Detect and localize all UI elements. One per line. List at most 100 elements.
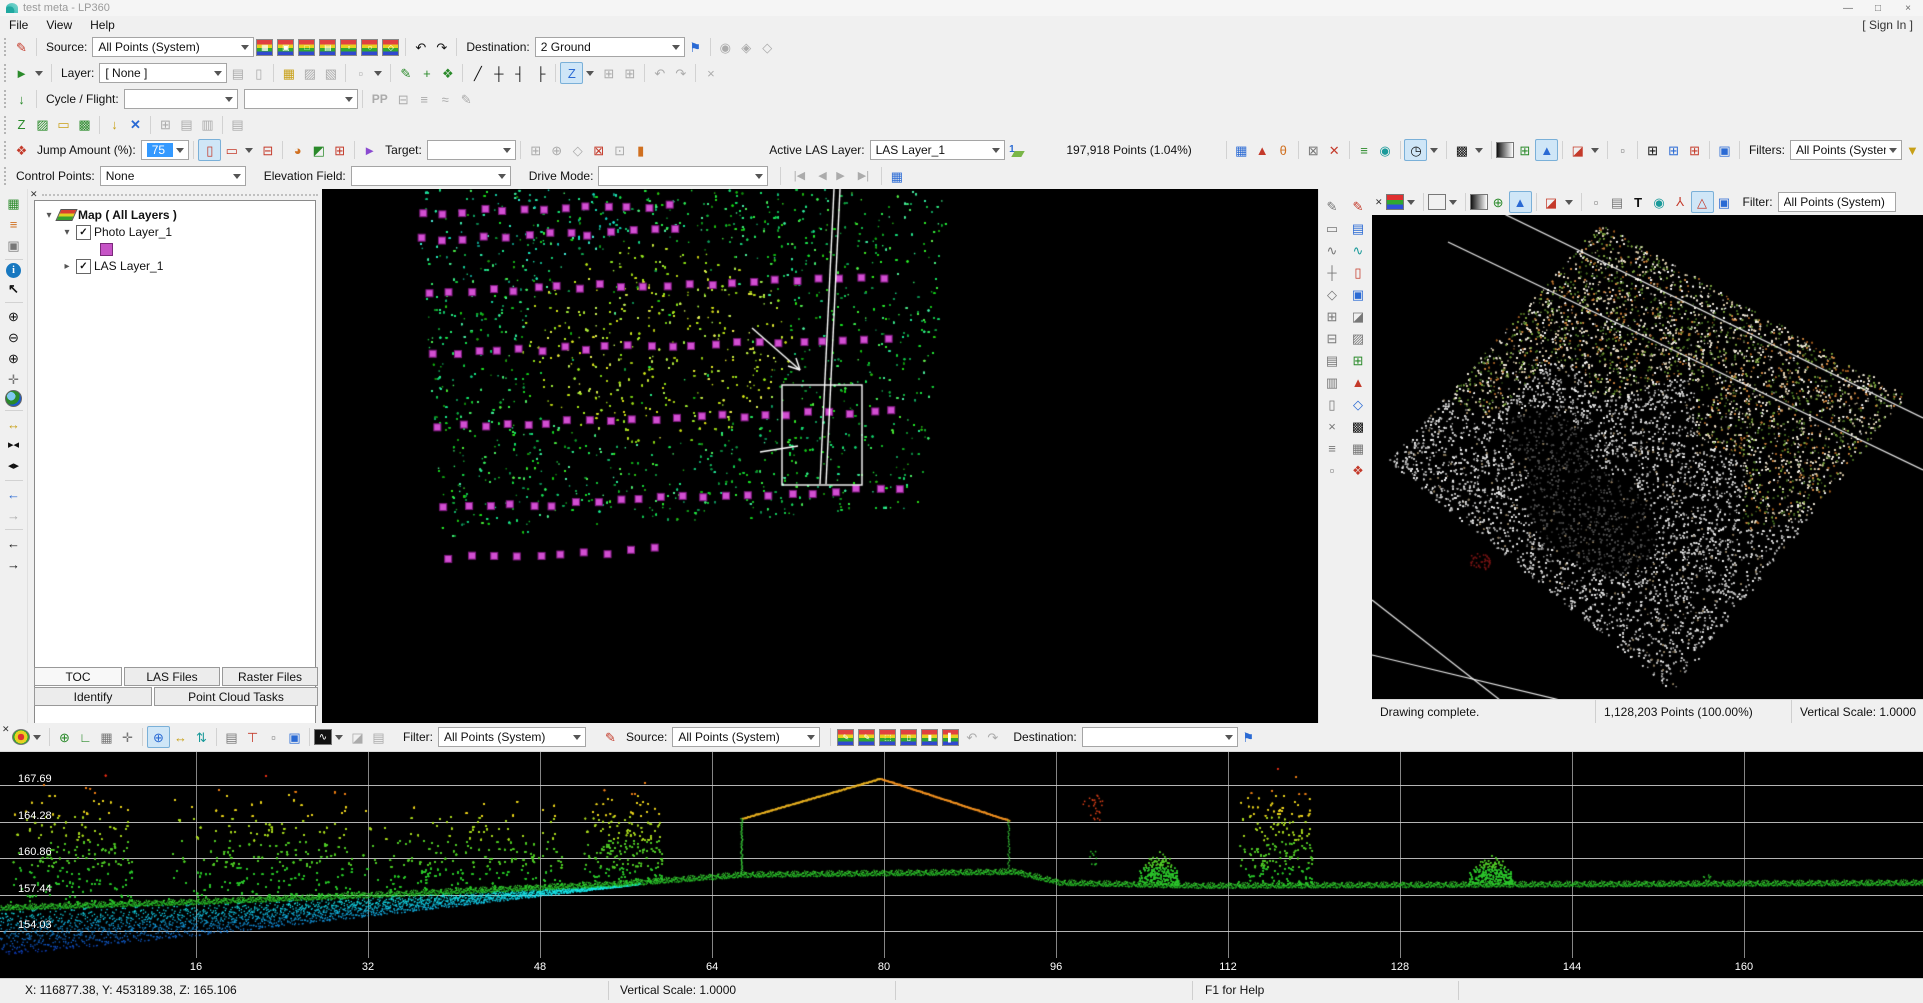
chart-report-icon[interactable]: ▥ bbox=[197, 115, 218, 135]
text-tool-icon[interactable]: T bbox=[1628, 192, 1649, 212]
color-ramp-icon[interactable] bbox=[1386, 194, 1404, 210]
properties-icon[interactable]: ▤ bbox=[221, 727, 242, 747]
control-points-combo[interactable]: None bbox=[100, 166, 246, 186]
undo-icon[interactable]: ↶ bbox=[961, 727, 982, 747]
classify-pen-icon[interactable]: ✎ bbox=[600, 727, 621, 747]
scene-edit-icon[interactable]: ▧ bbox=[320, 63, 341, 83]
zoom-to-selection-icon[interactable]: ▸◂ bbox=[5, 435, 23, 456]
legend-icon[interactable]: ≡ bbox=[3, 214, 24, 235]
toolbar-grip[interactable] bbox=[4, 90, 6, 108]
surface-icon[interactable]: ▨ bbox=[32, 115, 53, 135]
clear-selection-icon[interactable]: ⊠ bbox=[588, 140, 609, 160]
tree-item-photo-layer[interactable]: ▾ ✓ Photo Layer_1 bbox=[35, 224, 315, 240]
jump-amount-combo[interactable]: 75 bbox=[141, 140, 190, 160]
point-density-display-icon[interactable] bbox=[12, 729, 30, 745]
toolbar-grip[interactable] bbox=[4, 141, 6, 159]
drawing-tool-icon-8[interactable]: ▤ bbox=[1322, 349, 1343, 371]
menu-help[interactable]: Help bbox=[81, 16, 124, 34]
map-view[interactable] bbox=[322, 189, 1318, 723]
flag-icon[interactable]: ⚑ bbox=[1238, 727, 1259, 747]
edit-report-icon[interactable]: ▤ bbox=[227, 115, 248, 135]
toolbar-grip[interactable] bbox=[4, 64, 6, 82]
class-filter-icon-7[interactable]: ◇ bbox=[382, 39, 399, 56]
next-record-icon[interactable]: ▶ bbox=[831, 166, 849, 186]
grid-snap-icon[interactable]: ⊞ bbox=[598, 63, 619, 83]
tab-las-files[interactable]: LAS Files bbox=[124, 667, 220, 686]
tab-point-cloud-tasks[interactable]: Point Cloud Tasks bbox=[154, 687, 318, 706]
toc-close-icon[interactable]: ✕ bbox=[30, 189, 38, 200]
save-icon[interactable]: ▤ bbox=[227, 63, 248, 83]
close-button[interactable]: × bbox=[1893, 0, 1923, 16]
jump-navigate-icon[interactable]: ❖ bbox=[11, 140, 32, 160]
toolbar-grip[interactable] bbox=[4, 38, 6, 56]
t-square-icon[interactable]: ⊤ bbox=[242, 727, 263, 747]
image-search-icon[interactable]: ▣ bbox=[3, 235, 24, 256]
grayscale-display-icon[interactable] bbox=[1470, 194, 1488, 210]
add-display-icon[interactable]: ⊞ bbox=[1514, 140, 1535, 160]
class-filter-icon-5[interactable]: ▫ bbox=[340, 39, 357, 56]
sketch-pen-icon[interactable]: ✎ bbox=[395, 63, 416, 83]
import-folder-icon[interactable]: ↓ bbox=[104, 115, 125, 135]
rotate-segment-icon[interactable]: ⊟ bbox=[393, 89, 414, 109]
class-filter-icon-4[interactable]: ▤ bbox=[319, 39, 336, 56]
class-paint-icon-4[interactable]: ▯ bbox=[900, 729, 917, 746]
profile-lines-icon[interactable]: Z bbox=[11, 115, 32, 135]
point-tools-icon[interactable]: ✕ bbox=[1324, 140, 1345, 160]
cycle-combo[interactable] bbox=[124, 89, 238, 109]
classification-display-icon[interactable]: ◪ bbox=[1567, 140, 1588, 160]
cancel-edit-icon[interactable]: × bbox=[700, 63, 721, 83]
tools-icon[interactable]: ✕ bbox=[125, 115, 146, 135]
3d-view-icon[interactable]: ◕ bbox=[287, 140, 308, 160]
add-points-icon[interactable]: ⊕ bbox=[1488, 192, 1509, 212]
profile-grid-icon[interactable]: ▦ bbox=[96, 727, 117, 747]
analysis-tool-icon-3[interactable]: ∿ bbox=[1348, 239, 1369, 261]
globe-zoom-icon[interactable]: ◉ bbox=[1649, 192, 1670, 212]
redo-edit-icon[interactable]: ↷ bbox=[670, 63, 691, 83]
layers-icon[interactable]: ▦ bbox=[278, 63, 299, 83]
undo-icon[interactable]: ↶ bbox=[410, 37, 431, 57]
grid-edit-icon[interactable]: ⊞ bbox=[619, 63, 640, 83]
toolbar-grip[interactable] bbox=[4, 167, 6, 185]
selection-marquee-icon[interactable]: ▫ bbox=[350, 63, 371, 83]
minimize-button[interactable]: — bbox=[1833, 0, 1863, 16]
full-extent-globe-icon[interactable] bbox=[5, 390, 22, 407]
add-points-icon[interactable]: ⊕ bbox=[54, 727, 75, 747]
analysis-tool-icon-9[interactable]: ▲ bbox=[1348, 371, 1369, 393]
collapse-arrow-icon[interactable]: ▾ bbox=[61, 227, 73, 238]
3d-filter-combo[interactable]: All Points (System) bbox=[1778, 192, 1896, 212]
redo-icon[interactable]: ↷ bbox=[982, 727, 1003, 747]
vertical-ruler-icon[interactable]: ⇅ bbox=[191, 727, 212, 747]
tab-identify[interactable]: Identify bbox=[34, 687, 152, 706]
expand-extent-icon[interactable]: ◂▸ bbox=[5, 456, 23, 477]
add-vertex-icon[interactable]: + bbox=[416, 63, 437, 83]
collapse-arrow-icon[interactable]: ▾ bbox=[43, 210, 55, 221]
analysis-tool-icon-6[interactable]: ◪ bbox=[1348, 305, 1369, 327]
horizontal-ruler-icon[interactable]: ↔ bbox=[170, 727, 191, 747]
next-extent-icon[interactable]: → bbox=[3, 505, 24, 526]
toc-drag-handle[interactable] bbox=[42, 194, 318, 196]
forward-icon[interactable]: → bbox=[3, 554, 24, 575]
previous-record-icon[interactable]: ◀ bbox=[813, 166, 831, 186]
photo-layer-checkbox[interactable]: ✓ bbox=[76, 225, 91, 240]
las-layer-checkbox[interactable]: ✓ bbox=[76, 259, 91, 274]
filter-funnel-icon[interactable]: ▼ bbox=[1902, 140, 1923, 160]
active-las-layer-combo[interactable]: LAS Layer_1 bbox=[870, 140, 1006, 160]
target-combo[interactable] bbox=[427, 140, 516, 160]
select-feature-icon[interactable]: ► bbox=[11, 63, 32, 83]
tin-display-icon[interactable]: △ bbox=[1691, 191, 1714, 213]
filters-combo[interactable]: All Points (System) bbox=[1790, 140, 1902, 160]
pointer-tool-icon[interactable]: ↖ bbox=[3, 278, 24, 299]
pp-report-icon[interactable]: ▤ bbox=[176, 115, 197, 135]
thin-points-icon[interactable]: ▦ bbox=[1231, 140, 1252, 160]
trim-line-icon[interactable]: ┤ bbox=[509, 63, 530, 83]
class-paint-icon-2[interactable]: ✎ bbox=[858, 729, 875, 746]
control-tool-icon[interactable]: ◈ bbox=[736, 37, 757, 57]
first-record-icon[interactable]: |◀ bbox=[785, 166, 813, 186]
zoom-out-icon[interactable]: ⊖ bbox=[3, 327, 24, 348]
3d-view-canvas[interactable] bbox=[1372, 215, 1923, 699]
class-filter-icon-1[interactable]: ▦ bbox=[256, 39, 273, 56]
target-select-icon[interactable]: ► bbox=[359, 140, 380, 160]
analysis-tool-icon-12[interactable]: ▦ bbox=[1348, 437, 1369, 459]
grid-display-2-icon[interactable]: ⊞ bbox=[1663, 140, 1684, 160]
crosshair-icon[interactable]: ✛ bbox=[117, 727, 138, 747]
